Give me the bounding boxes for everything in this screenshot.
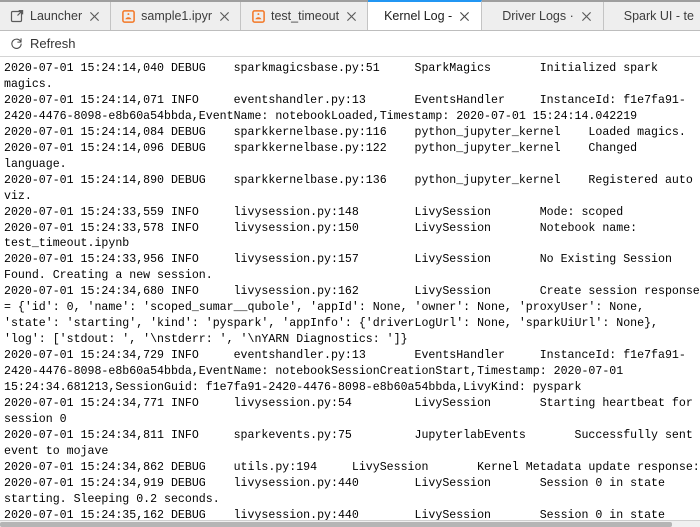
tab-label: Driver Logs · xyxy=(502,9,574,23)
tab-label: sample1.ipyr xyxy=(141,9,212,23)
launcher-icon xyxy=(10,9,24,23)
refresh-label: Refresh xyxy=(30,36,76,51)
refresh-icon xyxy=(10,37,23,50)
toolbar: Refresh xyxy=(0,31,700,57)
tab-test-timeout[interactable]: test_timeout xyxy=(241,2,369,30)
horizontal-scrollbar-thumb[interactable] xyxy=(0,522,672,527)
kernel-log-panel: Launcher sample1.ipyr test_timeout Kerne… xyxy=(0,0,700,527)
notebook-icon xyxy=(121,9,135,23)
log-text: 2020-07-01 15:24:14,040 DEBUG sparkmagic… xyxy=(4,62,700,520)
tab-launcher[interactable]: Launcher xyxy=(0,2,112,30)
notebook-icon xyxy=(251,9,265,23)
tab-bar: Launcher sample1.ipyr test_timeout Kerne… xyxy=(0,0,700,31)
tab-label: Kernel Log - xyxy=(384,9,453,23)
close-icon[interactable] xyxy=(345,10,358,23)
close-icon[interactable] xyxy=(88,10,101,23)
tab-sample1-ipyr[interactable]: sample1.ipyr xyxy=(111,2,241,30)
close-icon[interactable] xyxy=(580,10,593,23)
tab-label: Launcher xyxy=(30,9,83,23)
tab-driver-logs[interactable]: Driver Logs · xyxy=(482,2,604,30)
close-icon[interactable] xyxy=(458,10,471,23)
close-icon[interactable] xyxy=(218,10,231,23)
refresh-button[interactable]: Refresh xyxy=(10,36,76,51)
horizontal-scrollbar[interactable] xyxy=(0,520,700,527)
tab-kernel-log[interactable]: Kernel Log - xyxy=(368,0,483,30)
tab-label: test_timeout xyxy=(271,9,340,23)
tab-spark-ui[interactable]: Spark UI - te xyxy=(603,2,700,30)
log-scroll-region[interactable]: 2020-07-01 15:24:14,040 DEBUG sparkmagic… xyxy=(0,58,700,520)
log-output-area: 2020-07-01 15:24:14,040 DEBUG sparkmagic… xyxy=(0,57,700,527)
tab-label: Spark UI - te xyxy=(623,9,694,23)
